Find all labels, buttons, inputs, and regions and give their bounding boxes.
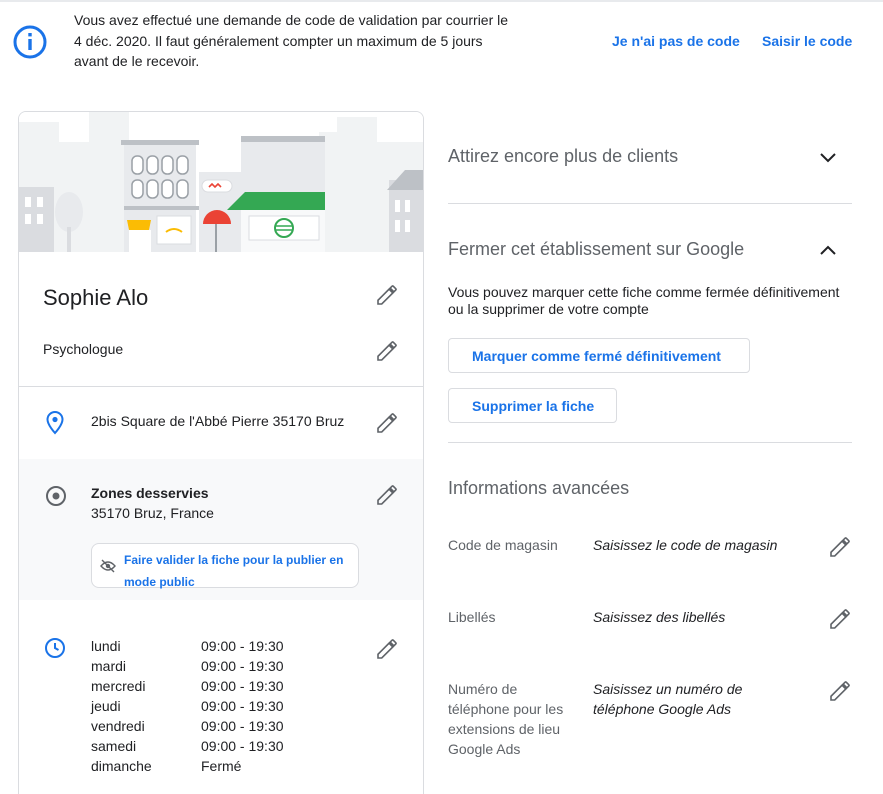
validation-banner: Vous avez effectué une demande de code d…	[0, 0, 883, 82]
edit-name-pencil-icon[interactable]	[375, 283, 399, 307]
opening-hours: lundi 09:00 - 19:30 mardi 09:00 - 19:30 me…	[91, 636, 284, 776]
clock-icon	[45, 638, 65, 658]
delete-listing-button[interactable]: Supprimer la fiche	[448, 388, 617, 423]
service-areas-title: Zones desservies	[91, 485, 209, 501]
location-pin-icon	[46, 411, 64, 435]
verify-listing-chip[interactable]: Faire valider la fiche pour la publier e…	[91, 543, 359, 589]
service-area-pin-icon	[46, 486, 66, 506]
hours-row: vendredi 09:00 - 19:30	[91, 716, 284, 736]
attract-customers-title[interactable]: Attirez encore plus de clients	[448, 146, 678, 167]
section-divider	[448, 442, 852, 443]
advanced-info-title: Informations avancées	[448, 478, 630, 498]
hours-time: 09:00 - 19:30	[201, 678, 284, 694]
close-business-description: Vous pouvez marquer cette fiche comme fe…	[448, 284, 840, 317]
verify-listing-text: Faire valider la fiche pour la publier e…	[124, 553, 344, 589]
edit-store-code-pencil-icon[interactable]	[828, 535, 852, 559]
store-code-label: Code de magasin	[448, 537, 558, 553]
enter-code-link[interactable]: Saisir le code	[762, 33, 852, 49]
edit-category-pencil-icon[interactable]	[375, 339, 399, 363]
hours-time: 09:00 - 19:30	[201, 638, 284, 654]
edit-address-pencil-icon[interactable]	[375, 411, 399, 435]
visibility-off-icon	[100, 559, 116, 573]
business-category: Psychologue	[43, 341, 124, 357]
hours-row: samedi 09:00 - 19:30	[91, 736, 284, 756]
hours-row: dimanche Fermé	[91, 756, 284, 776]
hours-time: Fermé	[201, 758, 242, 774]
edit-service-areas-pencil-icon[interactable]	[375, 483, 399, 507]
labels-label: Libellés	[448, 609, 496, 625]
hours-time: 09:00 - 19:30	[201, 658, 284, 674]
chevron-down-icon[interactable]	[818, 147, 838, 167]
hours-time: 09:00 - 19:30	[201, 698, 284, 714]
hours-day: dimanche	[91, 758, 152, 774]
business-name: Sophie Alo	[43, 285, 149, 310]
hours-row: mercredi 09:00 - 19:30	[91, 676, 284, 696]
service-areas-section: Zones desservies 35170 Bruz, France Fair…	[19, 459, 423, 600]
banner-message: Vous avez effectué une demande de code d…	[74, 12, 509, 69]
hours-row: jeudi 09:00 - 19:30	[91, 696, 284, 716]
hours-day: vendredi	[91, 718, 145, 734]
no-code-link[interactable]: Je n'ai pas de code	[612, 33, 740, 49]
hours-day: samedi	[91, 738, 137, 754]
section-divider	[448, 203, 852, 204]
info-icon	[13, 25, 47, 59]
edit-hours-pencil-icon[interactable]	[375, 637, 399, 661]
labels-value: Saisissez des libellés	[593, 609, 726, 625]
hours-row: mardi 09:00 - 19:30	[91, 656, 284, 676]
edit-labels-pencil-icon[interactable]	[828, 607, 852, 631]
hours-row: lundi 09:00 - 19:30	[91, 636, 284, 656]
hours-day: mardi	[91, 658, 127, 674]
hours-time: 09:00 - 19:30	[201, 738, 284, 754]
hours-time: 09:00 - 19:30	[201, 718, 284, 734]
service-areas-value: 35170 Bruz, France	[91, 505, 214, 521]
chevron-up-icon[interactable]	[818, 240, 838, 260]
hours-day: jeudi	[91, 698, 121, 714]
mark-closed-button[interactable]: Marquer comme fermé définitivement	[448, 338, 750, 373]
ads-phone-value: Saisissez un numéro de téléphone Google …	[593, 681, 743, 717]
hours-day: lundi	[91, 638, 121, 654]
business-address: 2bis Square de l'Abbé Pierre 35170 Bruz	[91, 413, 345, 429]
hours-day: mercredi	[91, 678, 146, 694]
ads-phone-label: Numéro de téléphone pour les extensions …	[448, 681, 564, 757]
edit-ads-phone-pencil-icon[interactable]	[828, 679, 852, 703]
store-code-value: Saisissez le code de magasin	[593, 537, 778, 553]
close-business-title[interactable]: Fermer cet établissement sur Google	[448, 239, 744, 260]
card-divider	[19, 386, 423, 387]
business-profile-card: Sophie Alo Psychologue 2bis Square de l'…	[18, 111, 424, 794]
storefront-illustration	[19, 112, 423, 252]
banner-top-divider	[0, 0, 883, 2]
